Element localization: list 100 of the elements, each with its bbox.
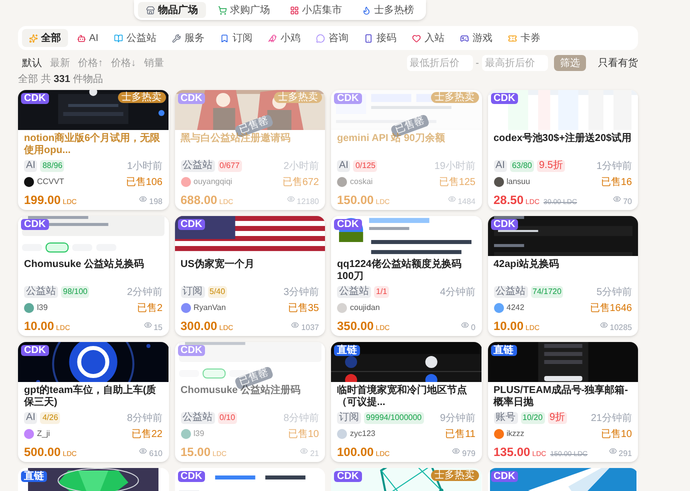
post-time: 1小时前 [126,160,162,174]
item-count: 全部 共 331 件物品 [18,74,104,86]
view-count: 12180 [296,196,319,208]
category-tab[interactable]: 订阅 [213,29,260,47]
sort-option[interactable]: 默认 [18,56,46,70]
product-card[interactable]: CDK [488,468,638,491]
category-tab[interactable]: AI [70,29,106,47]
eye-icon [452,447,460,455]
product-title[interactable]: Chomusuke 公益站兑换码 [24,259,162,283]
tag: 0/10 [218,412,238,424]
type-badge: CDK [178,345,206,356]
top-tab[interactable]: 士多热榜 [354,2,422,18]
phone-icon [364,34,374,42]
type-badge: CDK [21,93,49,104]
eye-icon [139,447,148,455]
avatar-icon [494,303,504,313]
view-count: 0 [471,322,476,334]
top-tab[interactable]: 求购广场 [210,2,278,18]
sold-count: 已售11 [445,428,476,442]
seller-name[interactable]: lansuu [506,176,530,188]
category-tab[interactable]: 服务 [165,29,212,47]
eye-icon [600,321,608,329]
max-price-field[interactable]: 最高折后价 [482,55,548,71]
category-tab[interactable]: 小鸡 [261,29,308,47]
hot-tag: 士多热卖 [118,92,166,103]
in-stock-toggle[interactable]: 只看有货 [598,56,638,70]
avatar-icon [180,303,190,313]
seller-name[interactable]: RyanVan [194,302,226,314]
eye-icon [286,195,295,203]
product-title[interactable]: PLUS/TEAM成品号-独享邮箱-概率日抛 [494,385,632,409]
post-time: 3分钟前 [283,286,319,300]
type-badge: CDK [178,471,206,482]
seller-name[interactable]: 4242 [506,302,524,314]
seller-name[interactable]: ikzzz [506,428,524,440]
sold-count: 已售106 [126,176,162,190]
post-time: 5分钟前 [596,286,632,300]
post-time: 21分钟前 [590,412,632,426]
category-tab[interactable]: 卡券 [501,29,548,47]
category-tab[interactable]: 全部 [22,29,68,47]
chat-icon [316,34,326,42]
avatar-icon [337,303,347,313]
product-title[interactable]: 临时首境家宽和冷门地区节点（可议提... [337,385,476,409]
view-count: 21 [310,448,319,460]
product-title[interactable]: US伪家宽一个月 [180,259,319,283]
view-count: 198 [149,196,162,208]
price: 500.00 [24,444,61,461]
tag: 10/20 [520,412,545,424]
bookmark-icon [220,34,230,42]
category-tab[interactable]: 接码 [357,29,404,47]
eye-icon [461,321,470,329]
product-title[interactable]: gpt的team车位，自助上车(质保三天) [24,385,162,409]
product-title[interactable]: codex号池30$+注册送20$试用 [494,133,632,157]
product-card[interactable]: 直链 [18,468,168,491]
sold-count: 已售16 [600,176,632,190]
tag: AI [337,160,350,172]
sold-count: 已售1646 [590,302,632,316]
seller-name[interactable]: l39 [37,302,48,314]
seller-name[interactable]: Z_ji [37,428,50,440]
category-tab[interactable]: 游戏 [453,29,500,47]
category-tab[interactable]: 咨询 [309,29,356,47]
sold-count: 已售10 [288,428,319,442]
tag: AI [494,160,507,172]
avatar-icon [24,429,34,439]
type-badge: CDK [334,93,362,104]
type-badge: 直链 [334,345,360,356]
eye-icon [448,195,456,203]
tag: 订阅 [337,412,361,424]
seller-name[interactable]: CCVVT [37,176,64,188]
sparkle-icon [29,34,38,42]
avatar-icon [180,177,190,187]
price: 350.00 [337,318,374,335]
tag: 99994/1000000 [364,412,424,424]
type-badge: CDK [334,471,362,482]
view-count: 15 [154,322,162,334]
product-card[interactable]: CDK 士多热卖 [331,468,482,491]
price: 199.00 [24,192,61,209]
product-title[interactable]: 42api站兑换码 [494,259,632,283]
gamepad-icon [460,34,470,42]
avatar-icon [337,177,347,187]
tag: 0/125 [353,160,378,172]
avatar-icon [180,429,190,439]
seller-name[interactable]: coujidan [350,302,380,314]
eye-icon [139,195,148,203]
top-tab[interactable]: 物品广场 [138,2,206,18]
seller-name[interactable]: zyc123 [350,428,376,440]
hot-tag: 士多热卖 [274,92,322,103]
hot-tag: 士多热卖 [430,470,478,481]
tag: 公益站 [337,286,371,298]
range-separator: - [476,56,479,70]
post-time: 2分钟前 [126,286,162,300]
eye-icon [608,447,617,455]
avatar-icon [494,429,504,439]
grid-icon [290,6,299,14]
top-tab[interactable]: 小店集市 [282,2,350,18]
ticket-icon [508,34,518,42]
category-tab[interactable]: 公益站 [107,29,164,47]
category-tab[interactable]: 入站 [405,29,452,47]
product-title[interactable]: qq1224佬公益站额度兑换码 100刀 [337,259,476,283]
min-price-field[interactable]: 最低折后价 [406,55,473,71]
type-badge: CDK [490,219,518,230]
